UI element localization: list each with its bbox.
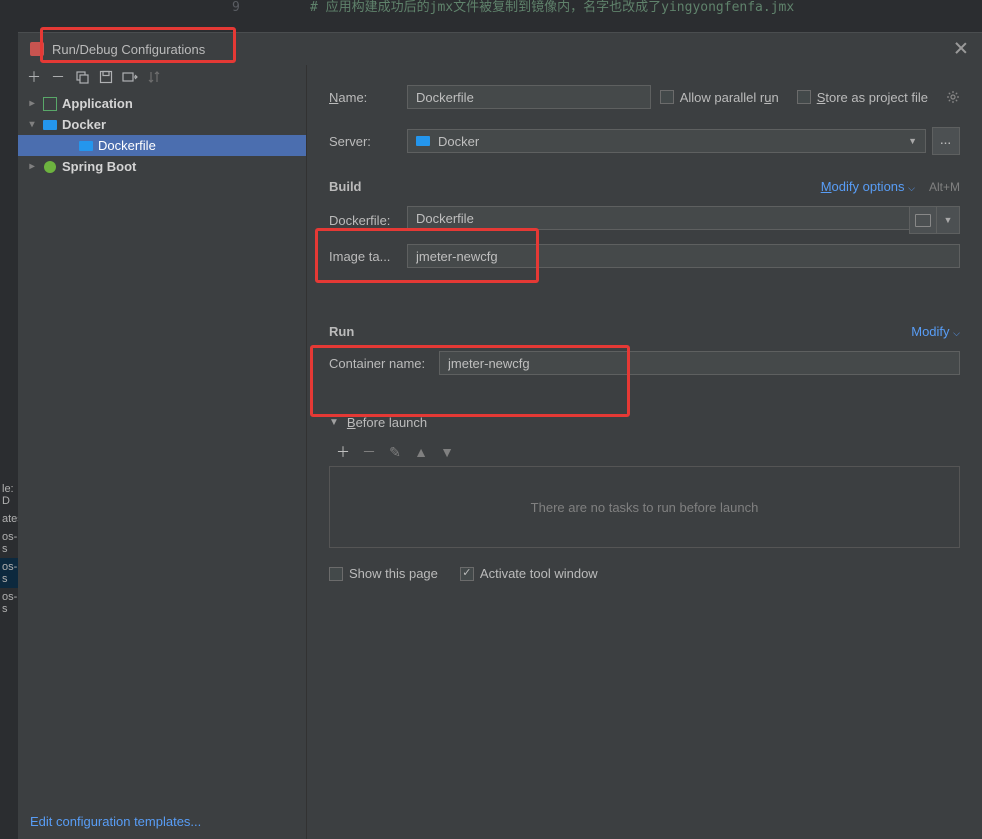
chevron-down-icon: ▼ [908, 136, 917, 146]
expand-icon[interactable]: ▸ [26, 161, 38, 172]
tree-item-dockerfile[interactable]: Dockerfile [18, 135, 306, 156]
checkbox-icon [660, 90, 674, 104]
before-launch-title: Before launch [347, 415, 427, 430]
activate-tool-window-label: Activate tool window [480, 566, 598, 581]
docker-icon [42, 117, 58, 133]
server-value: Docker [438, 134, 479, 149]
container-name-label: Container name: [329, 356, 439, 371]
folder-icon [915, 214, 931, 227]
build-section-header: Build Modify options ⌵ Alt+M [329, 179, 960, 194]
sort-icon[interactable] [146, 69, 162, 85]
tree-item-spring-boot[interactable]: ▸ Spring Boot [18, 156, 306, 177]
gear-icon[interactable] [946, 90, 960, 104]
docker-icon [78, 138, 94, 154]
before-launch-header[interactable]: ▼ Before launch [329, 415, 960, 430]
dockerfile-input[interactable] [407, 206, 909, 230]
bl-edit-icon: ✎ [387, 444, 403, 460]
collapse-icon: ▼ [329, 417, 339, 428]
editor-comment: # 应用构建成功后的jmx文件被复制到镜像内，名字也改成了yingyongfen… [310, 0, 794, 15]
bg-panel-item: os-s [0, 528, 18, 558]
tree-item-docker[interactable]: ▾ Docker [18, 114, 306, 135]
before-launch-list[interactable]: There are no tasks to run before launch [329, 466, 960, 548]
save-icon[interactable] [98, 69, 114, 85]
tree-item-label: Docker [62, 117, 106, 132]
build-modify-options-link[interactable]: Modify options ⌵ [821, 179, 915, 194]
server-dropdown[interactable]: Docker ▼ [407, 129, 926, 153]
run-section-header: Run Modify ⌵ [329, 324, 960, 339]
checkbox-icon [797, 90, 811, 104]
tree-item-label: Application [62, 96, 133, 111]
application-icon [42, 96, 58, 112]
image-tag-input[interactable] [407, 244, 960, 268]
bl-up-icon: ▲ [413, 444, 429, 460]
before-launch-placeholder: There are no tasks to run before launch [531, 500, 759, 515]
server-label: Server: [329, 134, 407, 149]
checkbox-icon [460, 567, 474, 581]
allow-parallel-checkbox[interactable]: Allow parallel run [660, 90, 779, 105]
configurations-panel: ＋ － ▸ Application ▾ Docker Dockerfile ▸ Spring… [18, 65, 307, 839]
bg-panel-item: os-s [0, 558, 18, 588]
build-title: Build [329, 179, 362, 194]
activate-tool-window-checkbox[interactable]: Activate tool window [460, 566, 598, 581]
container-name-input[interactable] [439, 351, 960, 375]
background-editor: 9 # 应用构建成功后的jmx文件被复制到镜像内，名字也改成了yingyongf… [0, 0, 982, 32]
expand-icon[interactable]: ▾ [26, 119, 38, 130]
dialog-titlebar: Run/Debug Configurations [18, 33, 982, 65]
bl-add-icon[interactable]: ＋ [335, 444, 351, 460]
expand-icon[interactable]: ▸ [26, 98, 38, 109]
run-title: Run [329, 324, 354, 339]
bl-down-icon: ▼ [439, 444, 455, 460]
bg-panel-item: os-s [0, 588, 18, 618]
dockerfile-label: Dockerfile: [329, 213, 407, 228]
config-form: Name: Allow parallel run Store as projec… [307, 65, 982, 839]
dialog-title: Run/Debug Configurations [52, 42, 205, 57]
copy-icon[interactable] [74, 69, 90, 85]
run-debug-dialog: Run/Debug Configurations ＋ － [18, 32, 982, 839]
spring-icon [42, 159, 58, 175]
bl-remove-icon: － [361, 444, 377, 460]
config-tree[interactable]: ▸ Application ▾ Docker Dockerfile ▸ Spring Boo… [18, 93, 306, 804]
store-as-project-label: Store as project file [817, 90, 928, 105]
run-modify-link[interactable]: Modify ⌵ [911, 324, 960, 339]
bg-panel-item: le: D [0, 480, 18, 510]
modify-shortcut: Alt+M [929, 180, 960, 194]
before-launch-toolbar: ＋ － ✎ ▲ ▼ [329, 438, 960, 466]
server-browse-button[interactable]: ... [932, 127, 960, 155]
left-toolbar: ＋ － [18, 65, 306, 93]
dockerfile-dropdown-button[interactable]: ▼ [936, 206, 960, 234]
dockerfile-browse-button[interactable] [909, 206, 936, 234]
store-as-project-checkbox[interactable]: Store as project file [797, 90, 928, 105]
add-icon[interactable]: ＋ [26, 69, 42, 85]
close-icon[interactable] [954, 41, 968, 55]
bg-panel-item: ates [0, 510, 18, 528]
show-this-page-label: Show this page [349, 566, 438, 581]
tree-item-label: Spring Boot [62, 159, 136, 174]
name-label: Name: [329, 90, 407, 105]
name-input[interactable] [407, 85, 651, 109]
title-icon [30, 42, 44, 56]
remove-icon[interactable]: － [50, 69, 66, 85]
image-tag-label: Image ta... [329, 249, 407, 264]
docker-icon [416, 136, 430, 146]
allow-parallel-label: Allow parallel run [680, 90, 779, 105]
folder-move-icon[interactable] [122, 69, 138, 85]
tree-item-label: Dockerfile [98, 138, 156, 153]
line-number: 9 [232, 0, 240, 16]
show-this-page-checkbox[interactable]: Show this page [329, 566, 438, 581]
tree-item-application[interactable]: ▸ Application [18, 93, 306, 114]
background-side-panel: le: Datesos-sos-sos-s [0, 480, 18, 760]
edit-templates-link[interactable]: Edit configuration templates... [30, 814, 201, 829]
checkbox-icon [329, 567, 343, 581]
